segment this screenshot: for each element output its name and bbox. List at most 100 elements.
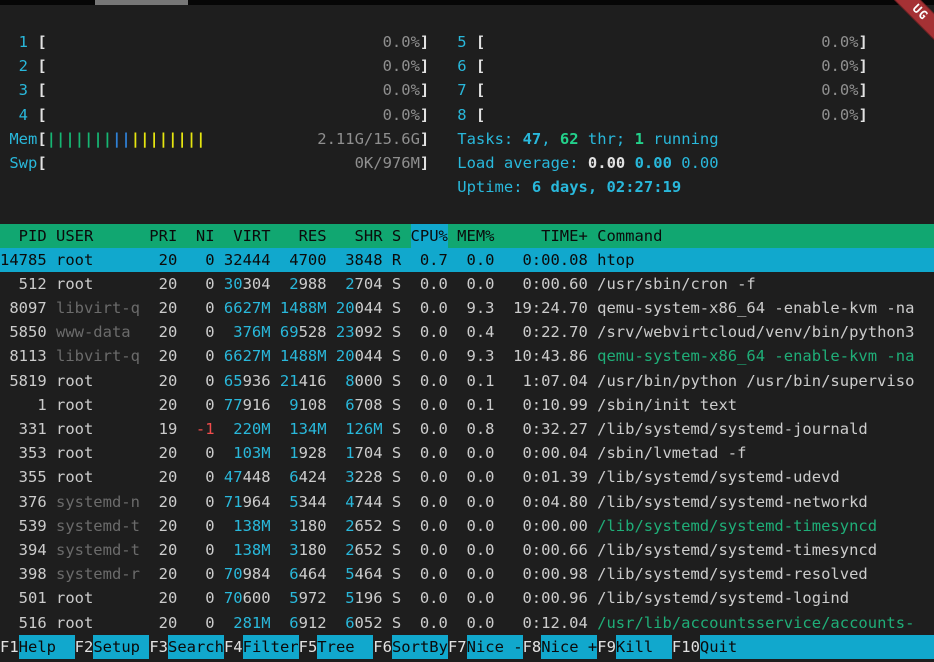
mem-highlight-digits: 3 (289, 541, 298, 559)
process-row[interactable]: 394 systemd-t 20 0 138M 3180 2652 S 0.0 … (0, 538, 934, 562)
fkey-f8-nice--label[interactable]: Nice + (541, 635, 597, 659)
column-separator (140, 393, 149, 417)
mem-rest-digits: 424 (299, 468, 327, 486)
process-row[interactable]: 539 systemd-t 20 0 138M 3180 2652 S 0.0 … (0, 514, 934, 538)
column-header-res[interactable]: RES (280, 224, 327, 248)
cell-pri: 20 (149, 562, 177, 586)
mem-rest-digits: 652 (355, 541, 383, 559)
process-row[interactable]: 376 systemd-n 20 0 71964 5344 4744 S 0.0… (0, 490, 934, 514)
cell-ni: 0 (187, 248, 215, 272)
column-separator (588, 611, 597, 635)
cell-pri: 20 (149, 465, 177, 489)
column-separator (271, 586, 280, 610)
column-separator (494, 465, 503, 489)
fkey-f5-tree-label[interactable]: Tree (317, 635, 373, 659)
process-row[interactable]: 14785 root 20 0 32444 4700 3848 R 0.7 0.… (0, 248, 934, 272)
fkey-f7-nice--key[interactable]: F7 (448, 635, 467, 659)
cell-cpu: 0.0 (411, 586, 448, 610)
cell-virt: 281M (224, 611, 271, 635)
process-row[interactable]: 331 root 19 -1 220M 134M 126M S 0.0 0.8 … (0, 417, 934, 441)
column-separator (327, 224, 336, 248)
memory-meter-track: |||||||||||||||||2.11G/15.6G (47, 127, 420, 151)
column-header-user[interactable]: USER (56, 224, 140, 248)
cell-pid: 394 (0, 538, 47, 562)
process-row[interactable]: 353 root 20 0 103M 1928 1704 S 0.0 0.0 0… (0, 441, 934, 465)
column-header-virt[interactable]: VIRT (224, 224, 271, 248)
mem-highlight-digits: 6 (289, 565, 298, 583)
process-row[interactable]: 1 root 20 0 77916 9108 6708 S 0.0 0.1 0:… (0, 393, 934, 417)
mem-rest-digits: 652 (355, 517, 383, 535)
fkey-f2-setup-key[interactable]: F2 (75, 635, 94, 659)
column-header-shr[interactable]: SHR (336, 224, 383, 248)
load-average-segment (625, 154, 634, 172)
fkey-f5-tree-key[interactable]: F5 (299, 635, 318, 659)
fkey-f4-filter-label[interactable]: Filter (243, 635, 299, 659)
process-row[interactable]: 355 root 20 0 47448 6424 3228 S 0.0 0.0 … (0, 465, 934, 489)
cell-pid: 1 (0, 393, 47, 417)
column-separator (401, 586, 410, 610)
column-separator (494, 490, 503, 514)
window-tab[interactable] (95, 0, 188, 5)
process-row[interactable]: 8113 libvirt-q 20 0 6627M 1488M 20044 S … (0, 344, 934, 368)
fkey-f10-quit-label[interactable]: Quit (700, 635, 934, 659)
column-header-ni[interactable]: NI (187, 224, 215, 248)
column-separator (588, 224, 597, 248)
column-separator (327, 586, 336, 610)
fkey-f3-search-key[interactable]: F3 (149, 635, 168, 659)
column-separator (448, 272, 457, 296)
cell-pri: 20 (149, 490, 177, 514)
column-header-s[interactable]: S (392, 224, 401, 248)
process-row[interactable]: 516 root 20 0 281M 6912 6052 S 0.0 0.0 0… (0, 611, 934, 635)
column-header-cmd[interactable]: Command (597, 224, 934, 248)
cell-time: 0:00.08 (504, 248, 588, 272)
cell-cmd: /lib/systemd/systemd-timesyncd (597, 514, 934, 538)
column-separator (215, 538, 224, 562)
process-row[interactable]: 8097 libvirt-q 20 0 6627M 1488M 20044 S … (0, 296, 934, 320)
meter-open-bracket: [ (476, 30, 485, 54)
cpu-meter-track: 0.0% (47, 30, 420, 54)
fkey-f4-filter-key[interactable]: F4 (224, 635, 243, 659)
fkey-f3-search-label[interactable]: Search (168, 635, 224, 659)
fkey-f9-kill-label[interactable]: Kill (616, 635, 672, 659)
column-header-mem[interactable]: MEM% (457, 224, 494, 248)
cell-pri: 20 (149, 441, 177, 465)
fkey-f7-nice--label[interactable]: Nice - (467, 635, 523, 659)
fkey-f9-kill-key[interactable]: F9 (597, 635, 616, 659)
fkey-f6-sortby-label[interactable]: SortBy (392, 635, 448, 659)
cpu-meter-value: 0.0% (383, 78, 420, 102)
mem-highlight-digits: 6 (289, 468, 298, 486)
column-header-cpu[interactable]: CPU% (411, 224, 448, 248)
fkey-f6-sortby-key[interactable]: F6 (373, 635, 392, 659)
cell-pri: 20 (149, 272, 177, 296)
cell-user: libvirt-q (56, 296, 140, 320)
fkey-f1-help-label[interactable]: Help (19, 635, 75, 659)
column-separator (271, 320, 280, 344)
column-header-time[interactable]: TIME+ (504, 224, 588, 248)
blank-line (0, 199, 934, 223)
tasks-summary-segment: 1 (635, 130, 644, 148)
process-row[interactable]: 512 root 20 0 30304 2988 2704 S 0.0 0.0 … (0, 272, 934, 296)
mem-highlight-digits: 30 (224, 275, 243, 293)
column-header-pri[interactable]: PRI (149, 224, 177, 248)
tasks-summary-segment: , (541, 130, 560, 148)
column-separator (383, 490, 392, 514)
fkey-f10-quit-key[interactable]: F10 (672, 635, 700, 659)
process-row[interactable]: 398 systemd-r 20 0 70984 6464 5464 S 0.0… (0, 562, 934, 586)
fkey-f1-help-key[interactable]: F1 (0, 635, 19, 659)
column-header-pid[interactable]: PID (0, 224, 47, 248)
cell-mem: 0.0 (457, 611, 494, 635)
column-separator (271, 514, 280, 538)
cell-shr: 4744 (336, 490, 383, 514)
cell-res: 4700 (280, 248, 327, 272)
cpu-meter-1: 1 [0.0%] (0, 30, 429, 54)
meter-open-bracket: [ (37, 103, 46, 127)
process-row[interactable]: 501 root 20 0 70600 5972 5196 S 0.0 0.0 … (0, 586, 934, 610)
fkey-f2-setup-label[interactable]: Setup (93, 635, 149, 659)
process-row[interactable]: 5819 root 20 0 65936 21416 8000 S 0.0 0.… (0, 369, 934, 393)
process-row[interactable]: 5850 www-data 20 0 376M 69528 23092 S 0.… (0, 320, 934, 344)
fkey-f8-nice--key[interactable]: F8 (523, 635, 542, 659)
terminal-line: 2 [0.0%]6 [0.0%] (0, 54, 934, 78)
cell-pid: 501 (0, 586, 47, 610)
meter-spacer (485, 54, 821, 78)
tasks-summary-segment: thr; (579, 130, 635, 148)
